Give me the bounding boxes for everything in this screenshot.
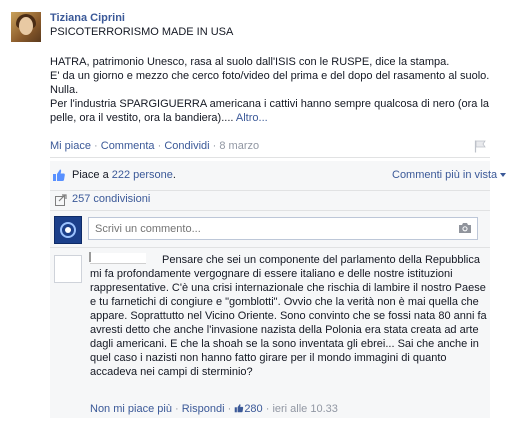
comment-sort-dropdown[interactable]: Commenti più in vista: [392, 169, 507, 181]
share-link[interactable]: Condividi: [164, 140, 209, 152]
comment-link[interactable]: Commenta: [101, 140, 155, 152]
more-link[interactable]: Altro...: [236, 112, 268, 124]
share-icon: [55, 194, 67, 206]
caret-down-icon: [500, 173, 507, 178]
thumbs-up-icon: [53, 169, 65, 181]
post-date[interactable]: 8 marzo: [219, 140, 259, 152]
like-link[interactable]: Mi piace: [50, 140, 91, 152]
post-paragraph: HATRA, patrimonio Unesco, rasa al suolo …: [50, 56, 450, 68]
likers-link[interactable]: 222 persone: [112, 169, 173, 181]
comment-input[interactable]: [88, 217, 478, 240]
post-body: HATRA, patrimonio Unesco, rasa al suolo …: [50, 55, 500, 125]
divider: [50, 157, 490, 158]
camera-icon[interactable]: [458, 222, 472, 234]
comment-time[interactable]: ieri alle 10.33: [272, 403, 337, 415]
post-actions: Mi piace · Commenta · Condividi · 8 marz…: [50, 140, 260, 152]
post-paragraph: Per l'industria SPARGIGUERRA americana i…: [50, 98, 490, 124]
comment-actions: Non mi piace più · Rispondi · 280 · ieri…: [90, 403, 338, 415]
comment-like-count[interactable]: 280: [244, 403, 262, 415]
post-paragraph: E' da un giorno e mezzo che cerco foto/v…: [50, 70, 490, 96]
likes-summary: Piace a 222 persone.: [72, 169, 176, 181]
post-headline: PSICOTERRORISMO MADE IN USA: [50, 26, 234, 38]
commenter-avatar[interactable]: [54, 255, 82, 283]
user-avatar: [54, 216, 82, 244]
unlike-link[interactable]: Non mi piace più: [90, 403, 172, 415]
facebook-post: Tiziana Ciprini PSICOTERRORISMO MADE IN …: [0, 0, 512, 427]
comment-text: Pensare che sei un componente del parlam…: [90, 254, 487, 378]
author-name[interactable]: Tiziana Ciprini: [50, 12, 125, 24]
author-avatar[interactable]: [11, 12, 41, 42]
reply-link[interactable]: Rispondi: [182, 403, 225, 415]
flag-icon[interactable]: [474, 140, 486, 153]
thumbs-up-icon: [235, 404, 244, 413]
shares-link[interactable]: 257 condivisioni: [72, 193, 150, 205]
